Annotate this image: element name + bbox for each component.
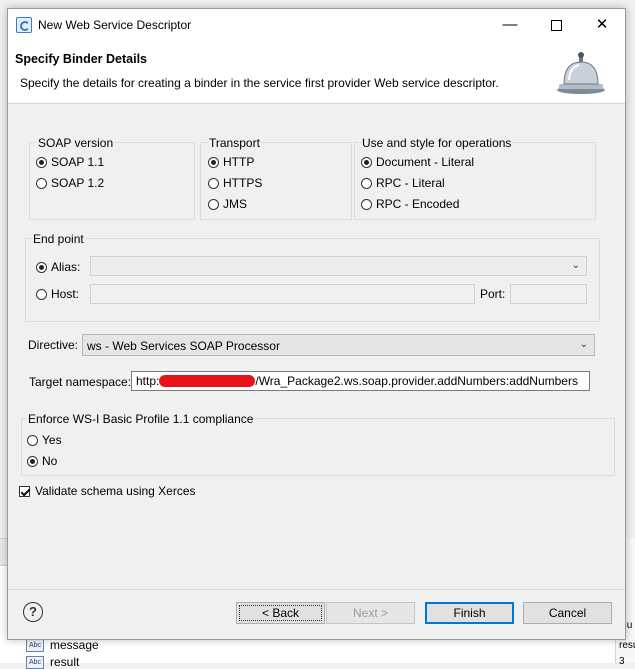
option-label: RPC - Encoded [376,197,460,211]
cancel-button[interactable]: Cancel [523,602,612,624]
checkbox-label: Validate schema using Xerces [35,484,196,498]
back-button[interactable]: < Back [236,602,325,624]
wsi-compliance-group [21,418,615,476]
soap-version-label: SOAP version [37,136,115,150]
endpoint-label: End point [32,232,85,246]
namespace-prefix: http: [136,374,160,388]
radio-selected[interactable] [36,156,47,168]
radio-host[interactable]: Host: [36,286,79,302]
radio-rpc-literal[interactable]: RPC - Literal [361,175,445,191]
wizard-content: SOAP version SOAP 1.1 SOAP 1.2 Transport… [8,104,625,524]
directive-value: ws - Web Services SOAP Processor [87,339,280,353]
minimize-button[interactable]: — [487,9,533,40]
option-label: RPC - Literal [376,176,445,190]
radio-unselected[interactable] [361,198,372,210]
endpoint-group [25,238,600,322]
next-button[interactable]: Next > [326,602,415,624]
option-label: Alias: [51,260,81,274]
redaction-mark [159,374,256,387]
radio-wsi-no[interactable]: No [27,453,57,469]
field-name: result [50,655,80,669]
wsi-compliance-label: Enforce WS-I Basic Profile 1.1 complianc… [27,412,255,426]
target-namespace-label: Target namespace: [29,375,132,389]
option-label: Host: [51,287,80,301]
radio-selected[interactable] [361,156,372,168]
port-input[interactable] [510,284,587,304]
option-label: SOAP 1.2 [51,176,105,190]
option-label: HTTP [223,155,255,169]
cell-value: 3 [619,656,625,667]
help-icon[interactable]: ? [23,602,43,622]
radio-unselected[interactable] [36,177,47,189]
port-label: Port: [480,287,506,301]
radio-soap-1-1[interactable]: SOAP 1.1 [36,154,104,170]
close-button[interactable]: ✕ [579,9,625,40]
wizard-header: Specify Binder Details Specify the detai… [8,40,625,104]
host-input[interactable] [90,284,475,304]
window-title: New Web Service Descriptor [38,18,192,32]
radio-unselected[interactable] [208,198,219,210]
transport-label: Transport [208,136,261,150]
option-label: SOAP 1.1 [51,155,105,169]
cell-value: resu [619,640,635,651]
radio-document-literal[interactable]: Document - Literal [361,154,474,170]
option-label: JMS [223,197,247,211]
radio-selected[interactable] [36,261,47,273]
option-label: Document - Literal [376,155,475,169]
radio-rpc-encoded[interactable]: RPC - Encoded [361,196,459,212]
option-label: Yes [42,433,62,447]
new-web-service-descriptor-dialog: New Web Service Descriptor — ✕ Specify B… [7,8,626,640]
chevron-down-icon: ⌄ [579,339,588,350]
radio-wsi-yes[interactable]: Yes [27,432,62,448]
chevron-down-icon: ⌄ [571,260,580,271]
checkbox-checked[interactable] [19,485,30,497]
option-label: No [42,454,58,468]
string-field-icon: Abc [26,639,44,653]
radio-https[interactable]: HTTPS [208,175,262,191]
option-label: HTTPS [223,176,263,190]
service-bell-icon [557,52,605,94]
directive-select[interactable]: ws - Web Services SOAP Processor ⌄ [82,334,595,356]
maximize-button[interactable] [533,9,579,40]
maximize-icon [550,19,562,31]
radio-selected[interactable] [27,455,38,467]
page-description: Specify the details for creating a binde… [20,76,499,90]
list-item[interactable]: Abc result [26,655,79,669]
radio-soap-1-2[interactable]: SOAP 1.2 [36,175,104,191]
alias-select[interactable]: ⌄ [90,256,587,276]
radio-unselected[interactable] [208,177,219,189]
footer-separator [8,589,625,590]
use-style-label: Use and style for operations [361,136,513,150]
validate-schema-checkbox[interactable]: Validate schema using Xerces [19,483,196,499]
page-title: Specify Binder Details [15,52,147,66]
radio-alias[interactable]: Alias: [36,259,80,275]
target-namespace-input[interactable]: http: /Wra_Package2.ws.soap.provider.addN… [131,371,590,391]
directive-label: Directive: [28,338,79,352]
field-name: message [50,638,99,652]
radio-unselected[interactable] [361,177,372,189]
finish-button[interactable]: Finish [425,602,514,624]
radio-unselected[interactable] [36,288,47,300]
radio-jms[interactable]: JMS [208,196,247,212]
title-bar[interactable]: New Web Service Descriptor — ✕ [8,9,625,40]
radio-selected[interactable] [208,156,219,168]
namespace-suffix: /Wra_Package2.ws.soap.provider.addNumber… [255,374,578,388]
radio-unselected[interactable] [27,434,38,446]
list-item[interactable]: Abc message [26,638,99,653]
app-icon [16,17,32,33]
radio-http[interactable]: HTTP [208,154,254,170]
